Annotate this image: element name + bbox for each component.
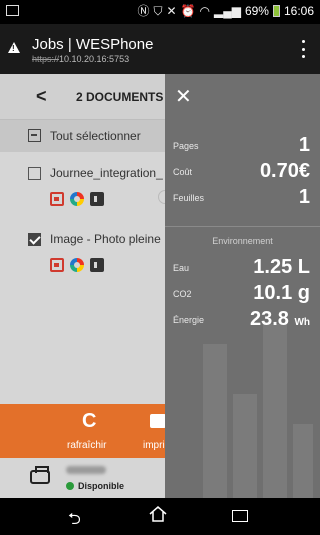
- energy-number: 23.8: [249, 308, 289, 330]
- water-value: 1.25 L: [253, 256, 310, 278]
- main-content: < 2 DOCUMENTS Tout sélectionner Journee_…: [0, 74, 320, 498]
- status-dot-icon: [66, 482, 74, 490]
- mute-icon: ✕: [166, 4, 177, 18]
- energy-label: Énergie: [173, 315, 205, 325]
- app-bar: ! Jobs | WESPhone https://10.10.20.16:57…: [0, 24, 320, 74]
- cost-row: Coût 0.70€: [165, 160, 320, 184]
- duplex-icon: [90, 258, 104, 272]
- select-all-checkbox[interactable]: [28, 129, 41, 142]
- sheets-label: Feuilles: [173, 193, 205, 203]
- co2-row: CO2 10.1 g: [165, 282, 320, 306]
- printer-status-bar[interactable]: Disponible: [0, 458, 170, 498]
- action-bar: C rafraîchir impri: [0, 404, 170, 458]
- document-item[interactable]: Image - Photo pleine: [0, 224, 170, 286]
- print-button[interactable]: impri: [143, 440, 165, 451]
- cost-value: 0.70€: [259, 160, 310, 182]
- print-icon[interactable]: [150, 414, 166, 428]
- printer-name-redacted: [66, 466, 106, 474]
- printer-status: Disponible: [78, 481, 125, 491]
- navigation-bar: ⮌: [0, 498, 320, 535]
- background-bar-graphic: [203, 304, 313, 498]
- co2-value: 10.1 g: [253, 282, 310, 304]
- refresh-button[interactable]: rafraîchir: [67, 440, 106, 451]
- energy-unit: Wh: [294, 317, 310, 328]
- pages-value: 1: [298, 134, 310, 156]
- shield-icon: ⛉: [153, 4, 163, 18]
- duplex-icon: [90, 192, 104, 206]
- water-label: Eau: [173, 263, 190, 273]
- pages-row: Pages 1: [165, 134, 320, 158]
- page-url[interactable]: https://10.10.20.16:5753: [32, 54, 129, 64]
- documents-header: < 2 DOCUMENTS: [0, 74, 170, 120]
- refresh-icon[interactable]: C: [82, 410, 96, 433]
- sheets-row: Feuilles 1: [165, 186, 320, 210]
- nav-recents-icon[interactable]: [232, 510, 248, 522]
- image-notification-icon: [6, 5, 19, 16]
- clock: 16:06: [283, 4, 314, 18]
- documents-count: 2 DOCUMENTS: [76, 90, 164, 104]
- signal-icon: ▂▄▆: [213, 4, 241, 18]
- water-row: Eau 1.25 L: [165, 256, 320, 280]
- cost-label: Coût: [173, 167, 193, 177]
- summary-panel: ✕ Pages 1 Coût 0.70€ Feuilles 1 Environn…: [165, 74, 320, 498]
- status-bar: Ⓝ ⛉ ✕ ⏰ ◠ ▂▄▆ 69% 16:06: [0, 0, 320, 24]
- back-arrow-icon[interactable]: <: [36, 86, 47, 107]
- select-all-label: Tout sélectionner: [50, 129, 141, 143]
- document-name: Journee_integration_: [50, 166, 163, 180]
- document-options: [50, 192, 104, 206]
- battery-icon: [272, 5, 280, 17]
- nav-home-icon[interactable]: [148, 504, 168, 524]
- wifi-icon: ◠: [199, 4, 210, 18]
- environment-title: Environnement: [212, 236, 273, 246]
- pdf-file-icon: [50, 192, 64, 206]
- document-options: [50, 258, 104, 272]
- printer-icon: [30, 466, 50, 484]
- overflow-menu-icon[interactable]: [300, 40, 306, 58]
- warning-icon[interactable]: !: [8, 42, 20, 53]
- energy-row: Énergie 23.8 Wh: [165, 308, 320, 332]
- nfc-icon: Ⓝ: [137, 4, 150, 18]
- sheets-value: 1: [298, 186, 310, 208]
- document-checkbox[interactable]: [28, 233, 41, 246]
- color-icon: [70, 258, 84, 272]
- nav-back-icon[interactable]: ⮌: [68, 508, 81, 535]
- pages-label: Pages: [173, 141, 199, 151]
- pdf-file-icon: [50, 258, 64, 272]
- battery-percent: 69%: [244, 4, 269, 18]
- document-name: Image - Photo pleine: [50, 232, 161, 246]
- url-host: 10.10.20.16:5753: [59, 54, 130, 64]
- divider: [165, 226, 320, 227]
- co2-label: CO2: [173, 289, 192, 299]
- document-checkbox[interactable]: [28, 167, 41, 180]
- page-title: Jobs | WESPhone: [32, 36, 154, 53]
- url-scheme: https://: [32, 54, 60, 64]
- color-icon: [70, 192, 84, 206]
- select-all-row[interactable]: Tout sélectionner: [0, 120, 170, 152]
- document-item[interactable]: Journee_integration_: [0, 158, 172, 220]
- alarm-icon: ⏰: [180, 4, 196, 18]
- status-icons: Ⓝ ⛉ ✕ ⏰ ◠ ▂▄▆ 69% 16:06: [137, 4, 314, 18]
- close-icon[interactable]: ✕: [175, 84, 192, 109]
- energy-value: 23.8 Wh: [250, 308, 310, 331]
